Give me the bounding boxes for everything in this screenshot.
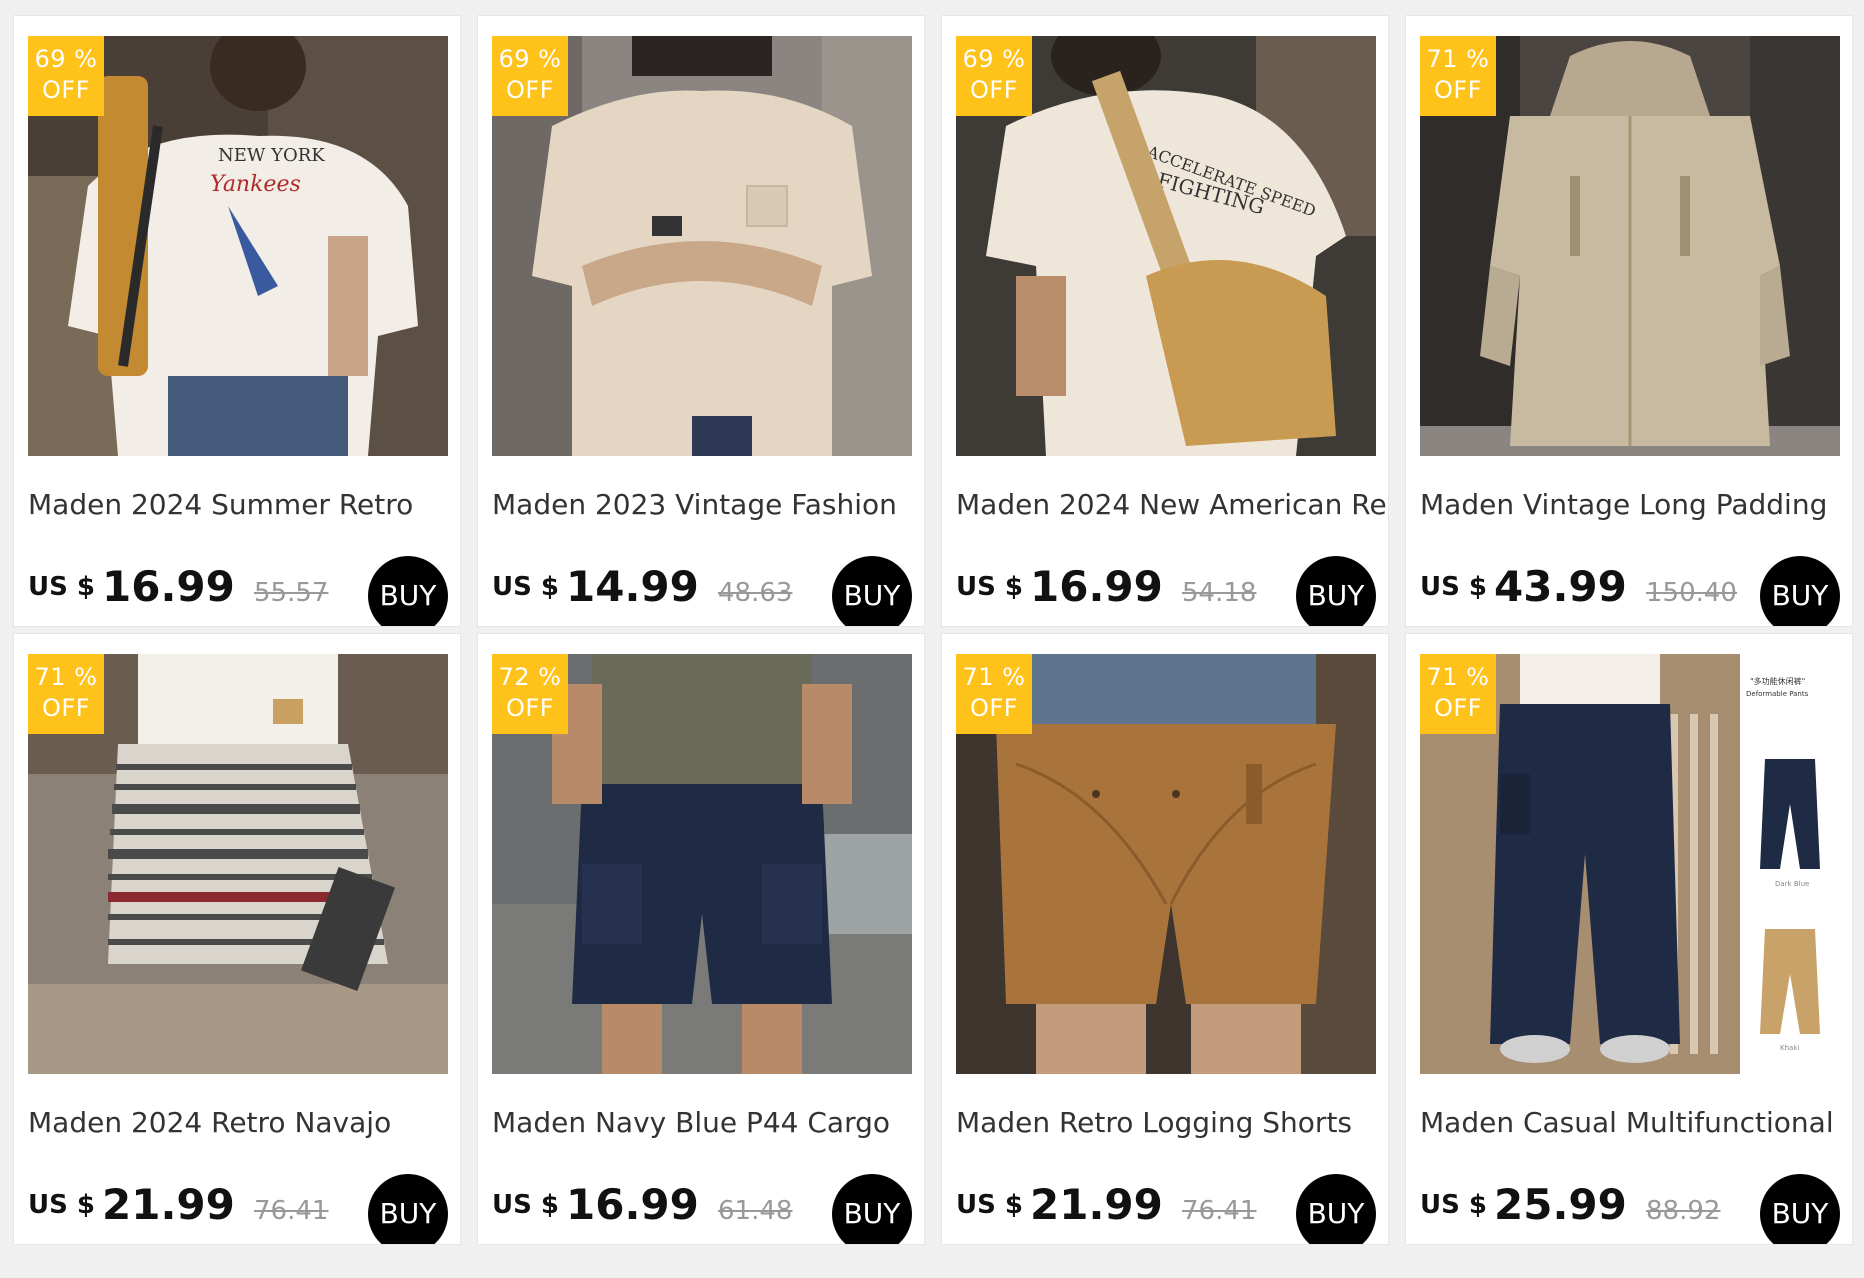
discount-percent: 71 %	[34, 663, 98, 691]
discount-percent: 69 %	[498, 45, 562, 73]
sale-price: 14.99	[566, 562, 699, 611]
buy-button[interactable]: BUY	[368, 1174, 448, 1244]
discount-badge: 71 % OFF	[1420, 36, 1496, 116]
product-card[interactable]: 71 % OFF Maden Retro Logging Shorts US $…	[941, 633, 1389, 1245]
svg-text:NEW YORK: NEW YORK	[218, 145, 325, 166]
svg-text:Yankees: Yankees	[210, 172, 301, 197]
original-price: 48.63	[718, 578, 793, 608]
product-title[interactable]: Maden 2024 Summer Retro	[28, 488, 458, 521]
discount-percent: 71 %	[1426, 45, 1490, 73]
discount-off-label: OFF	[506, 76, 554, 104]
buy-button[interactable]: BUY	[1760, 556, 1840, 626]
buy-button[interactable]: BUY	[1760, 1174, 1840, 1244]
discount-off-label: OFF	[1434, 76, 1482, 104]
product-card[interactable]: 72 % OFF Maden Navy Blue P44 Cargo US $ …	[477, 633, 925, 1245]
price-row: US $ 16.99 61.48 BUY	[492, 1174, 912, 1244]
product-card[interactable]: 71 % OFF Maden 2024 Retro Navajo US $ 21…	[13, 633, 461, 1245]
price-row: US $ 16.99 54.18 BUY	[956, 556, 1376, 626]
price-row: US $ 25.99 88.92 BUY	[1420, 1174, 1840, 1244]
product-title[interactable]: Maden Retro Logging Shorts	[956, 1106, 1386, 1139]
original-price: 61.48	[718, 1196, 793, 1226]
currency-label: US $	[1420, 1190, 1487, 1220]
discount-off-label: OFF	[970, 76, 1018, 104]
discount-percent: 69 %	[962, 45, 1026, 73]
buy-button[interactable]: BUY	[1296, 556, 1376, 626]
product-grid: NEW YORK Yankees 69 % OFF Maden 2024 Sum…	[0, 0, 1864, 1278]
product-card[interactable]: NEW YORK Yankees 69 % OFF Maden 2024 Sum…	[13, 15, 461, 627]
product-title[interactable]: Maden 2024 New American Retro	[956, 488, 1386, 521]
product-title[interactable]: Maden 2023 Vintage Fashion	[492, 488, 922, 521]
discount-off-label: OFF	[506, 694, 554, 722]
svg-text:Khaki: Khaki	[1780, 1044, 1799, 1052]
sale-price: 25.99	[1494, 1180, 1627, 1229]
buy-button[interactable]: BUY	[832, 556, 912, 626]
currency-label: US $	[492, 1190, 559, 1220]
product-title[interactable]: Maden Navy Blue P44 Cargo	[492, 1106, 922, 1139]
sale-price: 21.99	[102, 1180, 235, 1229]
currency-label: US $	[28, 572, 95, 602]
price-row: US $ 16.99 55.57 BUY	[28, 556, 448, 626]
discount-badge: 71 % OFF	[1420, 654, 1496, 734]
discount-badge: 69 % OFF	[956, 36, 1032, 116]
discount-percent: 69 %	[34, 45, 98, 73]
original-price: 54.18	[1182, 578, 1257, 608]
price-row: US $ 43.99 150.40 BUY	[1420, 556, 1840, 626]
product-card[interactable]: "多功能休闲裤" Deformable Pants Dark Blue Khak…	[1405, 633, 1853, 1245]
svg-text:Dark Blue: Dark Blue	[1775, 880, 1809, 888]
original-price: 150.40	[1646, 578, 1737, 608]
discount-off-label: OFF	[42, 76, 90, 104]
buy-button[interactable]: BUY	[1296, 1174, 1376, 1244]
product-title[interactable]: Maden 2024 Retro Navajo	[28, 1106, 458, 1139]
product-card[interactable]: 71 % OFF Maden Vintage Long Padding US $…	[1405, 15, 1853, 627]
product-card[interactable]: ACCELERATE SPEED FIGHTING 69 % OFF Maden…	[941, 15, 1389, 627]
discount-badge: 71 % OFF	[28, 654, 104, 734]
original-price: 88.92	[1646, 1196, 1721, 1226]
discount-off-label: OFF	[1434, 694, 1482, 722]
svg-text:Deformable Pants: Deformable Pants	[1746, 690, 1809, 698]
sale-price: 16.99	[566, 1180, 699, 1229]
original-price: 55.57	[254, 578, 329, 608]
price-row: US $ 21.99 76.41 BUY	[28, 1174, 448, 1244]
buy-button[interactable]: BUY	[368, 556, 448, 626]
currency-label: US $	[956, 1190, 1023, 1220]
currency-label: US $	[956, 572, 1023, 602]
original-price: 76.41	[254, 1196, 329, 1226]
sale-price: 43.99	[1494, 562, 1627, 611]
product-title[interactable]: Maden Vintage Long Padding	[1420, 488, 1850, 521]
discount-badge: 72 % OFF	[492, 654, 568, 734]
sale-price: 21.99	[1030, 1180, 1163, 1229]
sale-price: 16.99	[102, 562, 235, 611]
discount-off-label: OFF	[42, 694, 90, 722]
buy-button[interactable]: BUY	[832, 1174, 912, 1244]
product-card[interactable]: 69 % OFF Maden 2023 Vintage Fashion US $…	[477, 15, 925, 627]
currency-label: US $	[1420, 572, 1487, 602]
discount-percent: 71 %	[962, 663, 1026, 691]
currency-label: US $	[492, 572, 559, 602]
discount-percent: 71 %	[1426, 663, 1490, 691]
currency-label: US $	[28, 1190, 95, 1220]
sale-price: 16.99	[1030, 562, 1163, 611]
discount-badge: 71 % OFF	[956, 654, 1032, 734]
discount-percent: 72 %	[498, 663, 562, 691]
svg-text:"多功能休闲裤": "多功能休闲裤"	[1750, 676, 1805, 686]
price-row: US $ 21.99 76.41 BUY	[956, 1174, 1376, 1244]
discount-badge: 69 % OFF	[492, 36, 568, 116]
price-row: US $ 14.99 48.63 BUY	[492, 556, 912, 626]
original-price: 76.41	[1182, 1196, 1257, 1226]
discount-off-label: OFF	[970, 694, 1018, 722]
product-title[interactable]: Maden Casual Multifunctional	[1420, 1106, 1850, 1139]
discount-badge: 69 % OFF	[28, 36, 104, 116]
